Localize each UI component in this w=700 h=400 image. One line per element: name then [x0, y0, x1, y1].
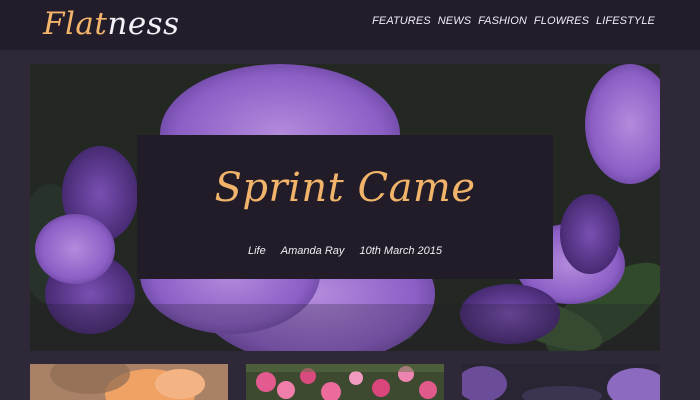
hero-author[interactable]: Amanda Ray [281, 245, 345, 257]
hero-banner[interactable]: Sprint Came Life Amanda Ray 10th March 2… [30, 64, 660, 351]
nav-item-flowres[interactable]: FLOWRES [534, 13, 589, 29]
thumbnail-3-image [462, 364, 660, 400]
nav-item-fashion[interactable]: FASHION [478, 13, 527, 29]
thumbnail-1-image [30, 364, 228, 400]
hero-category[interactable]: Life [248, 245, 266, 257]
nav-item-news[interactable]: NEWS [438, 13, 471, 29]
site-header: Flatness FEATURES NEWS FASHION FLOWRES L… [0, 0, 700, 50]
nav-item-lifestyle[interactable]: LIFESTYLE [596, 13, 655, 29]
hero-meta: Life Amanda Ray 10th March 2015 [137, 243, 553, 259]
nav-item-features[interactable]: FEATURES [372, 13, 431, 29]
logo-text-flat: Flat [43, 6, 108, 42]
hero-card[interactable]: Sprint Came Life Amanda Ray 10th March 2… [137, 135, 553, 279]
hero-date: 10th March 2015 [359, 245, 443, 257]
hero-title[interactable]: Sprint Came [137, 162, 553, 214]
thumbnail-3[interactable] [462, 364, 660, 400]
logo-text-ness: ness [107, 6, 180, 42]
thumbnail-2-image [246, 364, 444, 400]
main-nav: FEATURES NEWS FASHION FLOWRES LIFESTYLE [372, 13, 655, 29]
thumbnail-1[interactable] [30, 364, 228, 400]
site-logo[interactable]: Flatness [43, 2, 180, 46]
thumbnail-2[interactable] [246, 364, 444, 400]
